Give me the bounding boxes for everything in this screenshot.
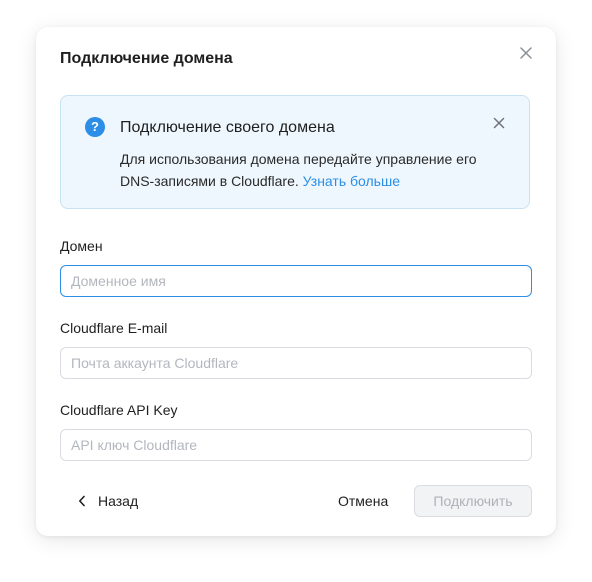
modal-close-icon[interactable]: [518, 45, 534, 61]
connect-button[interactable]: Подключить: [414, 485, 532, 517]
learn-more-link[interactable]: Узнать больше: [303, 173, 400, 189]
back-label: Назад: [98, 493, 139, 509]
connect-domain-modal: Подключение домена ? Подключение своего …: [36, 27, 556, 536]
info-description: Для использования домена передайте управ…: [120, 151, 477, 189]
info-banner: ? Подключение своего домена Для использо…: [60, 95, 530, 209]
question-circle-icon: ?: [85, 117, 105, 137]
domain-input[interactable]: [60, 265, 532, 297]
info-title: Подключение своего домена: [120, 119, 335, 136]
back-button[interactable]: Назад: [78, 492, 138, 510]
email-label: Cloudflare E-mail: [60, 320, 168, 336]
page-backdrop: Подключение домена ? Подключение своего …: [0, 0, 592, 582]
apikey-label: Cloudflare API Key: [60, 402, 178, 418]
info-close-icon[interactable]: [492, 116, 506, 130]
apikey-input[interactable]: [60, 429, 532, 461]
modal-title: Подключение домена: [60, 50, 233, 67]
chevron-left-icon: [79, 495, 85, 507]
cancel-button[interactable]: Отмена: [338, 492, 388, 510]
domain-label: Домен: [60, 238, 103, 254]
info-text: Для использования домена передайте управ…: [120, 148, 500, 192]
email-input[interactable]: [60, 347, 532, 379]
